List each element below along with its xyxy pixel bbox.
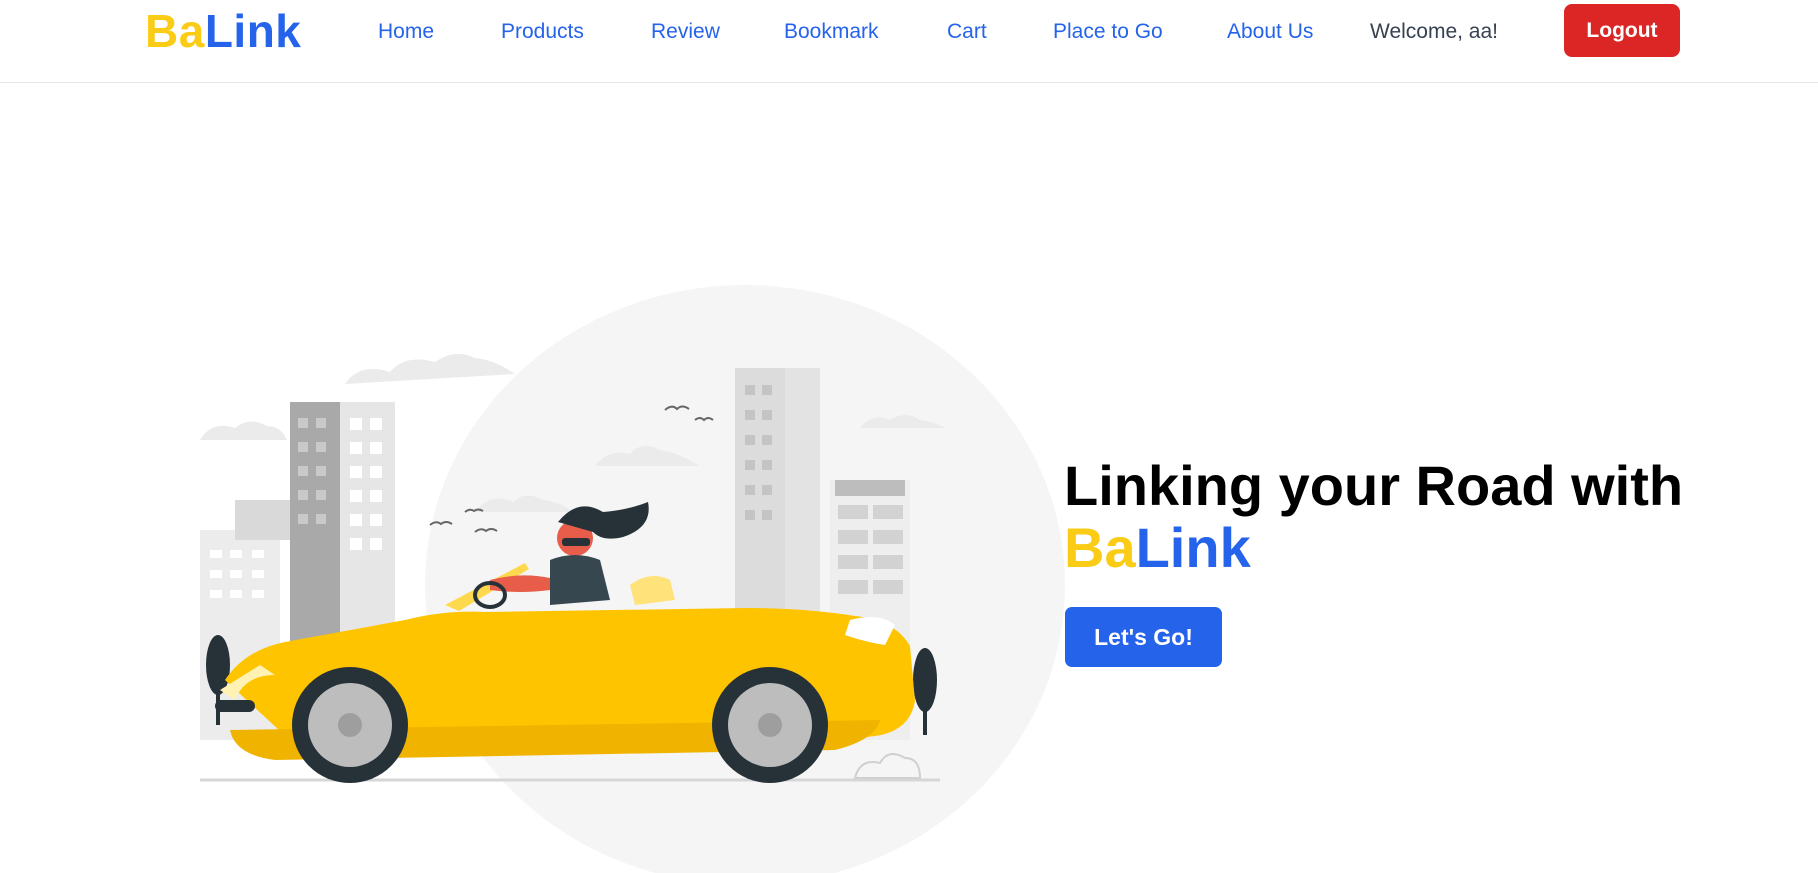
lets-go-button[interactable]: Let's Go! [1065, 607, 1222, 667]
nav-bookmark[interactable]: Bookmark [784, 18, 879, 46]
headline-brand-link: Link [1135, 516, 1251, 579]
nav-place-to-go[interactable]: Place to Go [1053, 18, 1163, 46]
logout-button[interactable]: Logout [1564, 4, 1680, 57]
nav-cart[interactable]: Cart [947, 18, 987, 46]
nav-products[interactable]: Products [501, 18, 584, 46]
hero-illustration [200, 285, 1065, 873]
navbar: BaLink Home Products Review Bookmark Car… [0, 0, 1818, 83]
nav-about-us[interactable]: About Us [1227, 18, 1313, 46]
nav-home[interactable]: Home [378, 18, 434, 46]
brand-logo[interactable]: BaLink [145, 4, 301, 58]
brand-logo-ba: Ba [145, 5, 205, 57]
hero-headline: Linking your Road with BaLink [1064, 455, 1683, 579]
headline-brand-ba: Ba [1064, 516, 1136, 579]
nav-review[interactable]: Review [651, 18, 720, 46]
welcome-message: Welcome, aa! [1370, 20, 1498, 43]
headline-line1: Linking your Road with [1064, 454, 1684, 517]
brand-logo-link: Link [204, 5, 302, 57]
